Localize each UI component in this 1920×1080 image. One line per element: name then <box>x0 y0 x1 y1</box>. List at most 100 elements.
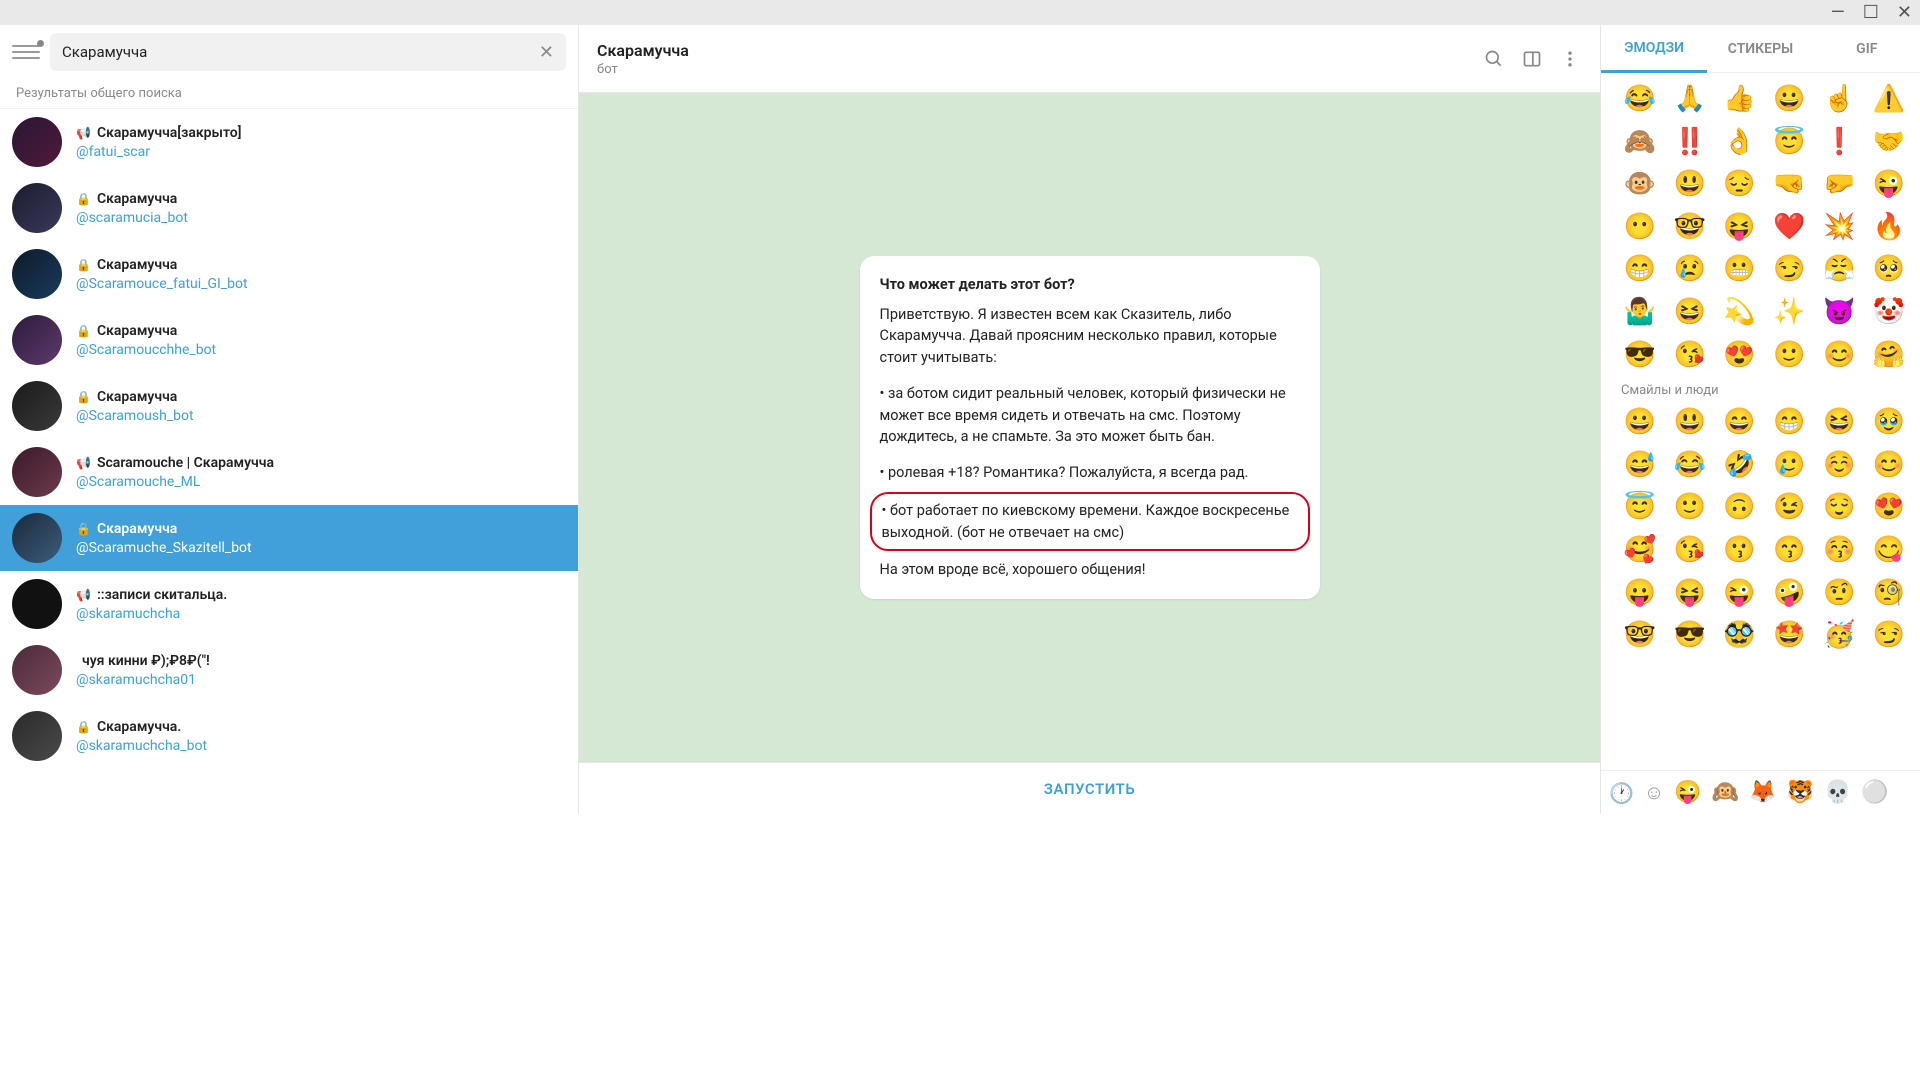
emoji-cell[interactable]: 😊 <box>1818 341 1860 370</box>
emoji-cell[interactable]: 😉 <box>1768 493 1810 522</box>
emoji-cell[interactable]: 😗 <box>1719 536 1761 565</box>
emoji-cell[interactable]: 🤓 <box>1669 213 1711 242</box>
emoji-cell[interactable]: 🤷‍♂️ <box>1619 298 1661 327</box>
emoji-cell[interactable]: 🙈 <box>1619 128 1661 157</box>
emoji-cell[interactable]: 🥸 <box>1719 621 1761 650</box>
emoji-pack-icon[interactable]: ⚪ <box>1861 780 1888 805</box>
emoji-cell[interactable]: 🤛 <box>1818 170 1860 199</box>
emoji-pack-icon[interactable]: 🐯 <box>1787 780 1814 805</box>
emoji-cell[interactable]: 😏 <box>1768 255 1810 284</box>
emoji-cell[interactable]: 💫 <box>1719 298 1761 327</box>
emoji-cell[interactable]: 🥲 <box>1768 451 1810 480</box>
emoji-cell[interactable]: 😘 <box>1669 341 1711 370</box>
emoji-cell[interactable]: 🙃 <box>1719 493 1761 522</box>
emoji-cell[interactable]: 😊 <box>1868 451 1910 480</box>
emoji-cell[interactable]: 🤓 <box>1619 621 1661 650</box>
tab-emoji[interactable]: ЭМОДЗИ <box>1601 25 1707 73</box>
chat-item[interactable]: 📢Скарамучча[закрыто] @fatui_scar <box>0 109 578 175</box>
emoji-cell[interactable]: 😝 <box>1669 579 1711 608</box>
emoji-cell[interactable]: 🤨 <box>1818 579 1860 608</box>
chat-item[interactable]: 🔒Скарамучча @Scaramuche_Skazitell_bot <box>0 505 578 571</box>
chat-title[interactable]: Скарамучча <box>597 41 1468 60</box>
emoji-pack-icon[interactable]: 🦊 <box>1749 780 1776 805</box>
emoji-cell[interactable]: ✨ <box>1768 298 1810 327</box>
emoji-cell[interactable]: 🤡 <box>1868 298 1910 327</box>
emoji-cell[interactable]: 😂 <box>1669 451 1711 480</box>
emoji-cell[interactable]: 😈 <box>1818 298 1860 327</box>
emoji-pack-icon[interactable]: 🙉 <box>1712 780 1739 805</box>
emoji-cell[interactable]: 😍 <box>1719 341 1761 370</box>
emoji-pack-icon[interactable]: 💀 <box>1824 780 1851 805</box>
emoji-cell[interactable]: 😅 <box>1619 451 1661 480</box>
emoji-cell[interactable]: 🥳 <box>1818 621 1860 650</box>
emoji-cell[interactable]: 😙 <box>1768 536 1810 565</box>
emoji-cell[interactable]: 😆 <box>1669 298 1711 327</box>
emoji-tone-icon[interactable]: ☺ <box>1644 780 1664 805</box>
emoji-cell[interactable]: 😜 <box>1868 170 1910 199</box>
chat-item[interactable]: 🔒Скарамучча @Scaramoucchhe_bot <box>0 307 578 373</box>
emoji-cell[interactable]: ☝️ <box>1818 85 1860 114</box>
emoji-cell[interactable]: 😘 <box>1669 536 1711 565</box>
emoji-cell[interactable]: 😋 <box>1868 536 1910 565</box>
emoji-cell[interactable]: 😌 <box>1818 493 1860 522</box>
emoji-cell[interactable]: 😚 <box>1818 536 1860 565</box>
emoji-cell[interactable]: 🤗 <box>1868 341 1910 370</box>
emoji-cell[interactable]: 😀 <box>1768 85 1810 114</box>
emoji-cell[interactable]: 🐵 <box>1619 170 1661 199</box>
chat-item[interactable]: 📢::записи скитальца. @skaramuchcha <box>0 571 578 637</box>
emoji-cell[interactable]: ‼️ <box>1669 128 1711 157</box>
emoji-cell[interactable]: ⚠️ <box>1868 85 1910 114</box>
emoji-cell[interactable]: 😤 <box>1818 255 1860 284</box>
emoji-cell[interactable]: 🤪 <box>1768 579 1810 608</box>
emoji-cell[interactable]: 😔 <box>1719 170 1761 199</box>
emoji-cell[interactable]: ❗ <box>1818 128 1860 157</box>
emoji-cell[interactable]: 🤝 <box>1868 128 1910 157</box>
emoji-cell[interactable]: 😶 <box>1619 213 1661 242</box>
search-in-chat-button[interactable] <box>1482 47 1506 71</box>
chat-item[interactable]: 🔒Скарамучча @Scaramouce_fatui_GI_bot <box>0 241 578 307</box>
emoji-cell[interactable]: 👌 <box>1719 128 1761 157</box>
emoji-cell[interactable]: 🥹 <box>1868 408 1910 437</box>
window-maximize-button[interactable]: ☐ <box>1863 4 1879 22</box>
chat-item[interactable]: 📢Scaramouche | Скарамучча @Scaramouche_M… <box>0 439 578 505</box>
emoji-cell[interactable]: 💥 <box>1818 213 1860 242</box>
emoji-cell[interactable]: 🤩 <box>1768 621 1810 650</box>
side-panel-button[interactable] <box>1520 47 1544 71</box>
window-close-button[interactable]: ✕ <box>1897 4 1912 22</box>
emoji-cell[interactable]: 😇 <box>1768 128 1810 157</box>
chat-item[interactable]: 🔒Скарамучча @Scaramoush_bot <box>0 373 578 439</box>
menu-button[interactable] <box>12 38 40 66</box>
emoji-cell[interactable]: 🙂 <box>1768 341 1810 370</box>
emoji-cell[interactable]: 🙂 <box>1669 493 1711 522</box>
emoji-cell[interactable]: 🥺 <box>1868 255 1910 284</box>
emoji-cell[interactable]: 😁 <box>1768 408 1810 437</box>
start-bot-button[interactable]: ЗАПУСТИТЬ <box>579 762 1600 814</box>
emoji-pack-icon[interactable]: 😜 <box>1674 780 1701 805</box>
emoji-cell[interactable]: 😎 <box>1619 341 1661 370</box>
emoji-cell[interactable]: 😆 <box>1818 408 1860 437</box>
emoji-cell[interactable]: 😬 <box>1719 255 1761 284</box>
emoji-cell[interactable]: 😝 <box>1719 213 1761 242</box>
emoji-cell[interactable]: ☺️ <box>1818 451 1860 480</box>
emoji-cell[interactable]: 😜 <box>1719 579 1761 608</box>
emoji-cell[interactable]: ❤️ <box>1768 213 1810 242</box>
emoji-cell[interactable]: 😂 <box>1619 85 1661 114</box>
emoji-cell[interactable]: 😁 <box>1619 255 1661 284</box>
emoji-cell[interactable]: 🧐 <box>1868 579 1910 608</box>
emoji-cell[interactable]: 😏 <box>1868 621 1910 650</box>
emoji-cell[interactable]: 😄 <box>1719 408 1761 437</box>
clear-search-button[interactable]: ✕ <box>539 42 554 63</box>
emoji-cell[interactable]: 🔥 <box>1868 213 1910 242</box>
emoji-cell[interactable]: 😛 <box>1619 579 1661 608</box>
search-input[interactable] <box>62 43 539 61</box>
emoji-cell[interactable]: 😎 <box>1669 621 1711 650</box>
emoji-cell[interactable]: 😃 <box>1669 408 1711 437</box>
recent-icon[interactable]: 🕐 <box>1609 781 1634 805</box>
emoji-cell[interactable]: 😢 <box>1669 255 1711 284</box>
chat-item[interactable]: 🔒Скарамучча @scaramucia_bot <box>0 175 578 241</box>
tab-stickers[interactable]: СТИКЕРЫ <box>1707 25 1813 72</box>
emoji-cell[interactable]: 🤜 <box>1768 170 1810 199</box>
emoji-cell[interactable]: 😍 <box>1868 493 1910 522</box>
emoji-cell[interactable]: 🥰 <box>1619 536 1661 565</box>
tab-gif[interactable]: GIF <box>1814 25 1920 72</box>
